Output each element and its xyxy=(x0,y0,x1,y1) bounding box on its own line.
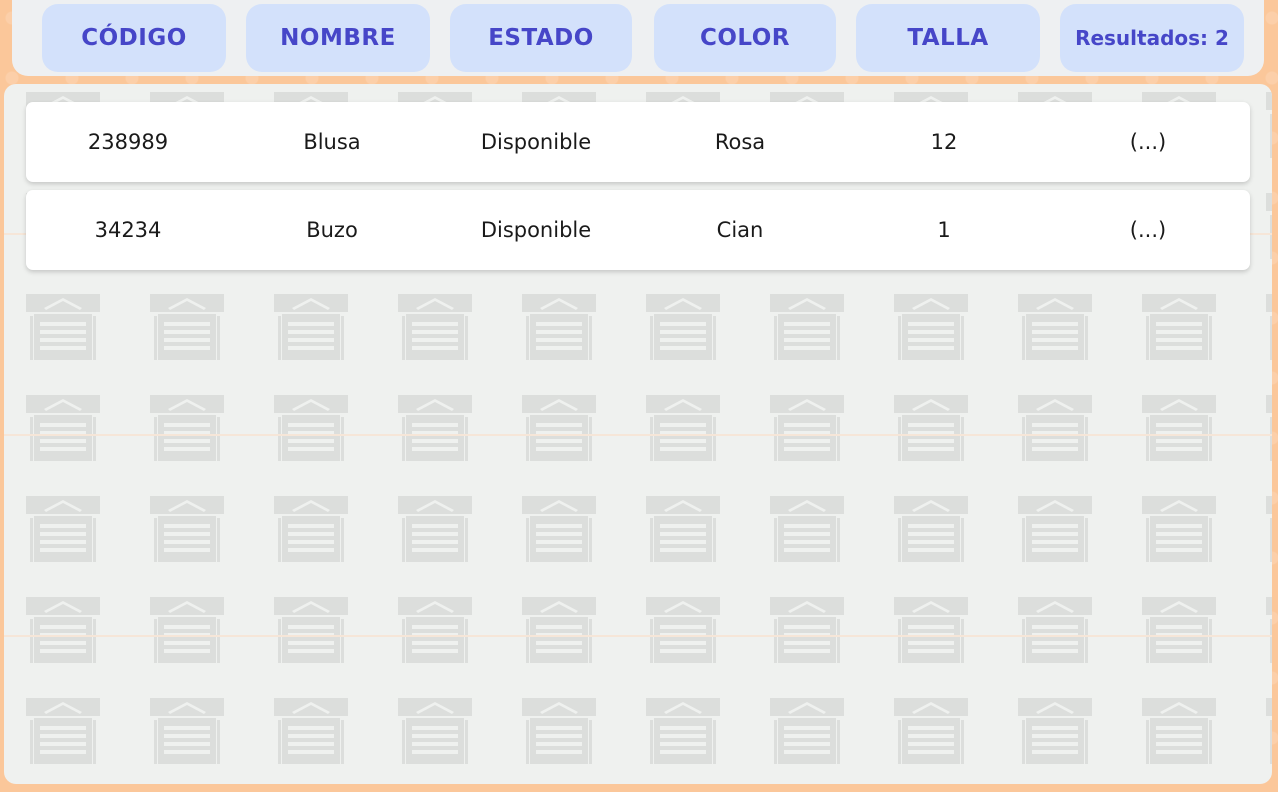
results-count-badge: Resultados: 2 xyxy=(1060,4,1244,72)
cell-nombre: Buzo xyxy=(306,218,358,242)
cell-talla: 1 xyxy=(937,218,951,242)
cell-color: Rosa xyxy=(714,130,766,154)
cell-talla: 12 xyxy=(930,130,958,154)
filter-talla-button[interactable]: TALLA xyxy=(856,4,1040,72)
filter-header: CÓDIGO NOMBRE ESTADO COLOR TALLA Resulta… xyxy=(12,0,1264,76)
filter-color-button[interactable]: COLOR xyxy=(654,4,836,72)
cell-codigo: 238989 xyxy=(87,130,169,154)
more-details-link[interactable]: (...) xyxy=(1046,218,1250,242)
page-footer-strip xyxy=(0,784,1278,792)
result-row[interactable]: 34234 Buzo Disponible Cian 1 (...) xyxy=(26,190,1250,270)
warehouse-pattern-background xyxy=(4,84,1272,784)
cell-estado: Disponible xyxy=(480,130,592,154)
filter-estado-button[interactable]: ESTADO xyxy=(450,4,632,72)
filter-nombre-button[interactable]: NOMBRE xyxy=(246,4,430,72)
cell-nombre: Blusa xyxy=(303,130,361,154)
filter-codigo-button[interactable]: CÓDIGO xyxy=(42,4,226,72)
cell-color: Cian xyxy=(716,218,764,242)
results-panel: 238989 Blusa Disponible Rosa 12 (...) 34… xyxy=(4,84,1272,784)
result-row[interactable]: 238989 Blusa Disponible Rosa 12 (...) xyxy=(26,102,1250,182)
cell-estado: Disponible xyxy=(480,218,592,242)
more-details-link[interactable]: (...) xyxy=(1046,130,1250,154)
cell-codigo: 34234 xyxy=(94,218,162,242)
